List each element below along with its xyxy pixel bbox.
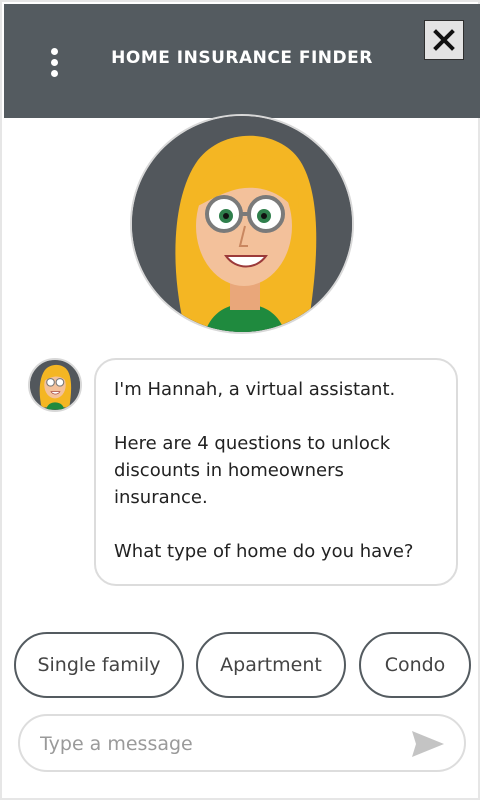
assistant-avatar-large	[130, 114, 354, 334]
quick-reply-condo[interactable]: Condo	[359, 632, 471, 698]
message-input[interactable]	[40, 726, 400, 762]
message-composer	[18, 714, 466, 772]
page-title: Home Insurance Finder	[111, 48, 373, 68]
message-intro: I'm Hannah, a virtual assistant.	[114, 379, 396, 400]
chat-window: Home Insurance Finder	[0, 0, 480, 800]
send-button[interactable]	[408, 728, 448, 760]
quick-reply-apartment[interactable]: Apartment	[196, 632, 346, 698]
assistant-avatar-small	[28, 358, 82, 412]
message-body: Here are 4 questions to unlock discounts…	[114, 433, 391, 508]
hannah-avatar-small-icon	[30, 360, 80, 410]
send-icon	[412, 731, 444, 757]
hannah-avatar-icon	[132, 116, 352, 332]
header-bar: Home Insurance Finder	[4, 4, 480, 118]
message-question: What type of home do you have?	[114, 541, 414, 562]
close-button[interactable]	[424, 20, 464, 60]
assistant-message-bubble: I'm Hannah, a virtual assistant. Here ar…	[94, 358, 458, 586]
close-icon	[433, 29, 455, 51]
quick-reply-single-family[interactable]: Single family	[14, 632, 184, 698]
